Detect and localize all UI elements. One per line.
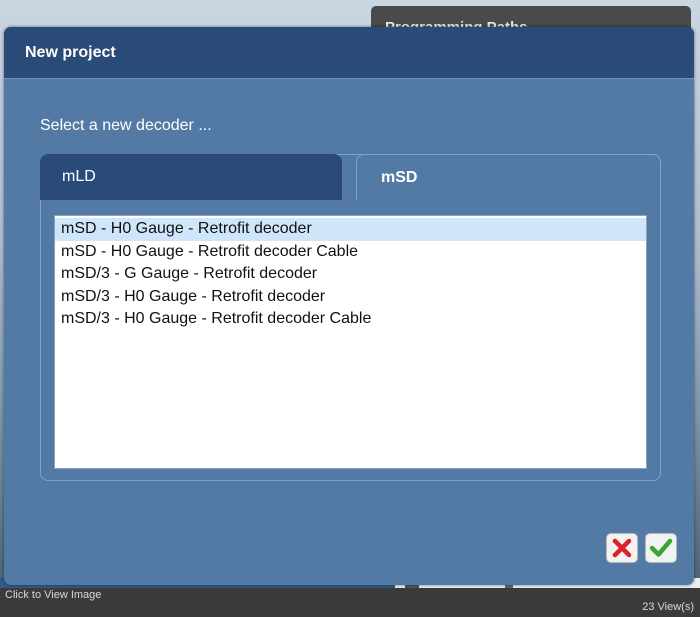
screenshot-stage: Programming Paths New project Select a n…: [0, 0, 700, 617]
tab-mld[interactable]: mLD: [40, 154, 342, 200]
tab-msd-label: mSD: [381, 169, 418, 186]
view-count: 23 View(s): [642, 601, 694, 613]
list-item[interactable]: mSD/3 - H0 Gauge - Retrofit decoder Cabl…: [55, 308, 646, 331]
checkmark-icon: [649, 538, 673, 557]
decoder-list[interactable]: mSD - H0 Gauge - Retrofit decoder mSD - …: [54, 215, 647, 469]
image-caption-link[interactable]: Click to View Image: [5, 589, 101, 601]
close-icon: [612, 538, 632, 558]
cancel-button[interactable]: [606, 533, 638, 563]
dialog-header: New project: [4, 27, 694, 79]
ok-button[interactable]: [645, 533, 677, 563]
tab-msd[interactable]: mSD: [356, 154, 661, 200]
tab-mld-label: mLD: [62, 168, 96, 185]
dialog-title: New project: [25, 44, 116, 61]
list-item[interactable]: mSD - H0 Gauge - Retrofit decoder: [55, 218, 646, 241]
decoder-prompt: Select a new decoder ...: [40, 117, 212, 134]
list-item[interactable]: mSD/3 - G Gauge - Retrofit decoder: [55, 263, 646, 286]
list-item[interactable]: mSD/3 - H0 Gauge - Retrofit decoder: [55, 286, 646, 309]
list-item[interactable]: mSD - H0 Gauge - Retrofit decoder Cable: [55, 241, 646, 264]
new-project-dialog: New project Select a new decoder ... mLD…: [4, 27, 694, 585]
